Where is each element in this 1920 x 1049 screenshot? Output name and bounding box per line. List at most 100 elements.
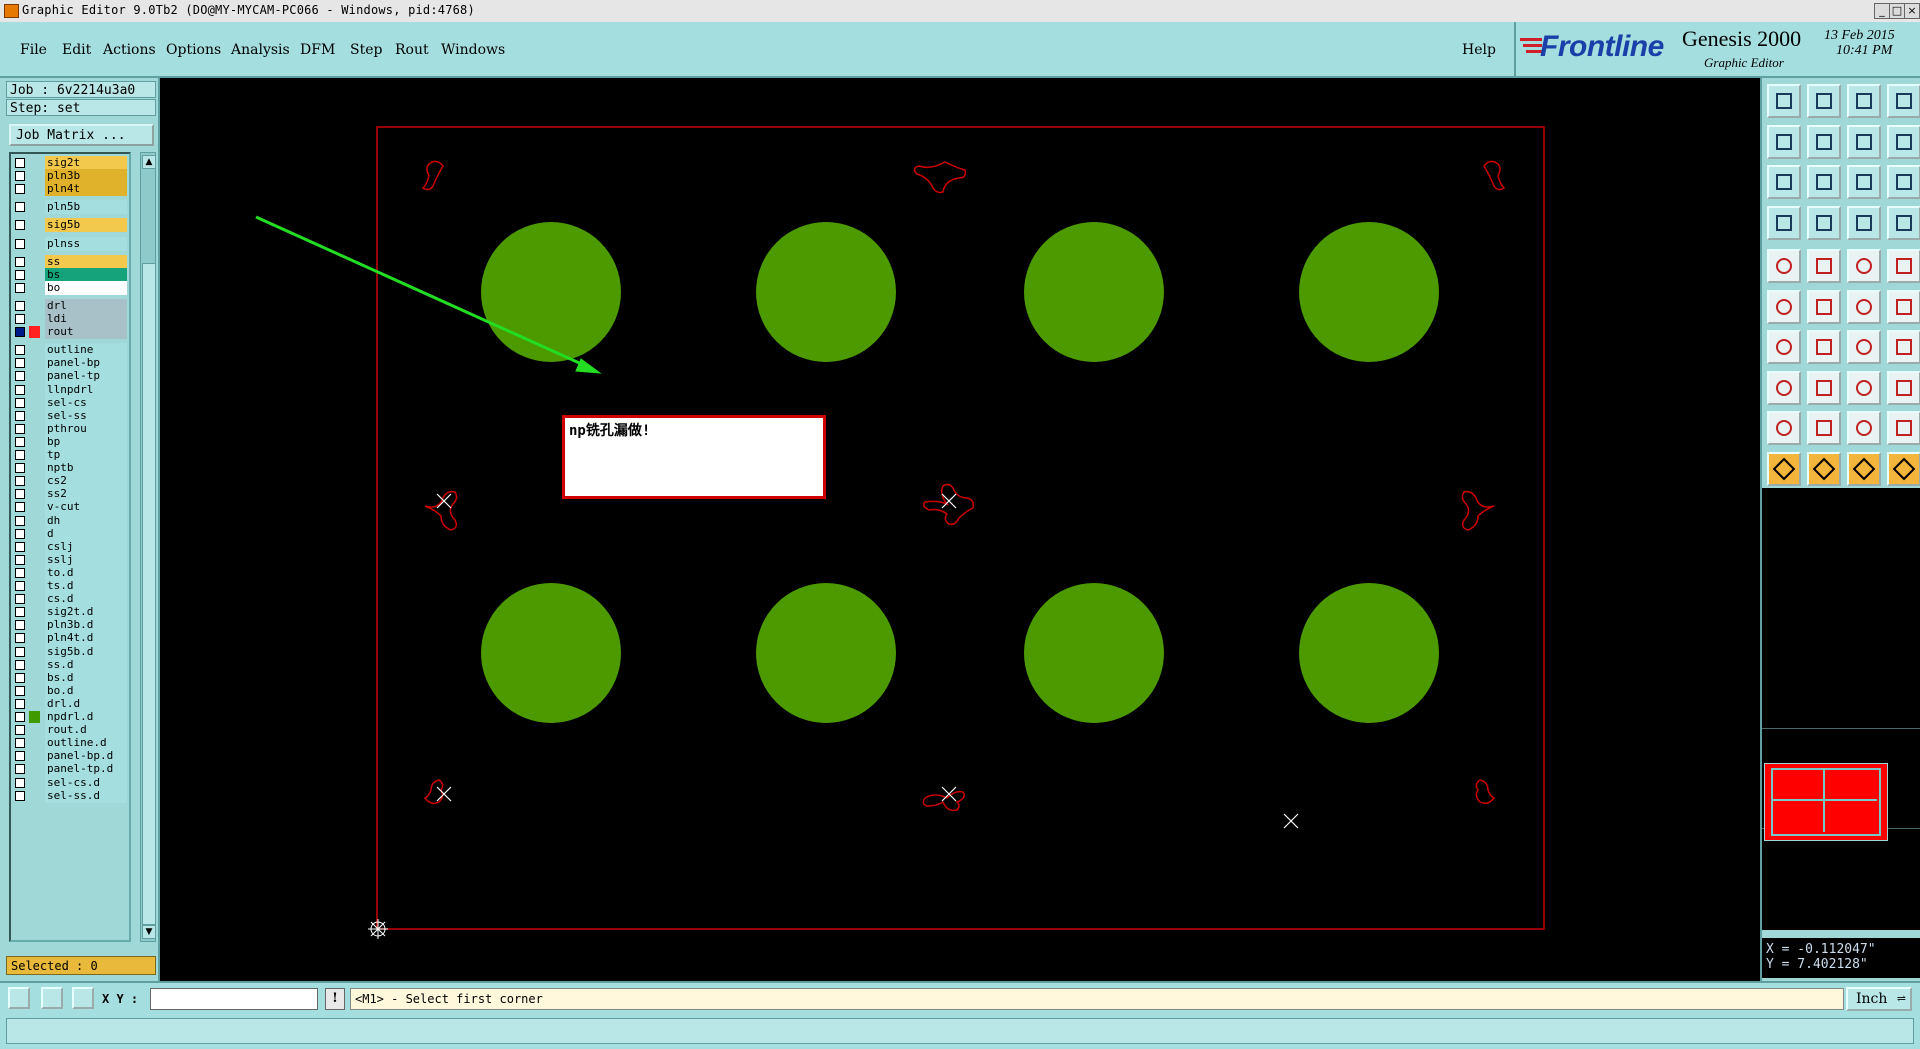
layer-label[interactable]: nptb — [45, 461, 127, 476]
layer-row[interactable]: sig2t — [11, 156, 129, 170]
grid-icon[interactable] — [72, 987, 94, 1009]
menu-edit[interactable]: Edit — [62, 42, 91, 58]
layer-checkbox[interactable] — [15, 171, 25, 182]
circle-icon[interactable] — [1887, 249, 1920, 283]
layer-row[interactable]: v-cut — [11, 500, 129, 515]
move-left-icon[interactable] — [1767, 124, 1801, 159]
minimize-icon[interactable]: _ — [1874, 3, 1890, 19]
layer-checkbox[interactable] — [15, 646, 25, 657]
triangle-alt3-icon[interactable] — [1887, 411, 1920, 445]
layer-checkbox[interactable] — [15, 282, 25, 293]
layer-row[interactable]: outline.d — [11, 736, 129, 751]
layer-icon[interactable] — [1767, 205, 1801, 240]
layer-label[interactable]: panel-tp.d — [45, 762, 127, 777]
layer-label[interactable]: drl.d — [45, 696, 127, 711]
layer-label[interactable]: bo — [45, 280, 127, 295]
layer-label[interactable]: npdrl.d — [45, 710, 127, 724]
layer-row[interactable]: panel-bp.d — [11, 749, 129, 764]
layer-label[interactable]: ss2 — [45, 487, 127, 502]
measure-icon[interactable] — [1847, 370, 1881, 405]
move-up-icon[interactable] — [1767, 84, 1801, 118]
layer-row[interactable]: sig5b — [11, 218, 129, 233]
pad-icon[interactable] — [1767, 249, 1801, 283]
menu-rout[interactable]: Rout — [395, 42, 429, 58]
layer-row[interactable]: llnpdrl — [11, 382, 129, 397]
layer-checkbox[interactable] — [15, 269, 25, 280]
layer-checkbox[interactable] — [15, 384, 25, 395]
layer-label[interactable]: ldi — [45, 312, 127, 326]
scroll-thumb[interactable] — [142, 263, 156, 925]
layer-label[interactable]: outline — [45, 343, 127, 358]
layer-label[interactable]: sel-cs.d — [45, 775, 127, 790]
layer-label[interactable]: to.d — [45, 565, 127, 580]
layer-row[interactable]: pthrou — [11, 421, 129, 436]
menu-step[interactable]: Step — [350, 42, 382, 58]
layer-label[interactable]: sslj — [45, 552, 127, 567]
layer-checkbox[interactable] — [15, 489, 25, 500]
layer-label[interactable]: bp — [45, 434, 127, 449]
layer-label[interactable]: cs.d — [45, 592, 127, 607]
layer-checkbox[interactable] — [15, 436, 25, 447]
layer-row[interactable]: dh — [11, 513, 129, 528]
layer-label[interactable]: llnpdrl — [45, 382, 127, 397]
layer-row[interactable]: d — [11, 526, 129, 541]
layer-label[interactable]: pln3b — [45, 169, 127, 184]
layer-row[interactable]: bo — [11, 280, 129, 295]
layer-label[interactable]: sig5b — [45, 218, 127, 233]
draw-line-icon[interactable] — [1807, 330, 1841, 364]
connect-icon[interactable] — [1887, 289, 1920, 324]
layer-checkbox[interactable] — [15, 300, 25, 311]
layer-row[interactable]: outline — [11, 343, 129, 358]
layer-checkbox[interactable] — [15, 314, 25, 324]
graphic-canvas[interactable]: np铣孔漏做! — [160, 78, 1760, 981]
layer-label[interactable]: tp — [45, 448, 127, 462]
layer-row[interactable]: sig5b.d — [11, 644, 129, 659]
layer-checkbox[interactable] — [15, 220, 25, 231]
shapes-icon[interactable] — [1887, 370, 1920, 405]
scale-icon[interactable] — [1847, 165, 1881, 199]
job-matrix-button[interactable]: Job Matrix ... — [9, 124, 154, 146]
layer-checkbox[interactable] — [15, 528, 25, 539]
split-icon[interactable] — [1887, 330, 1920, 364]
route-icon[interactable] — [1887, 451, 1920, 486]
triangle-icon[interactable] — [1767, 411, 1801, 445]
angle-icon[interactable] — [1767, 330, 1801, 364]
move-right-icon[interactable] — [1807, 124, 1841, 159]
select-icon[interactable] — [1767, 451, 1801, 486]
menu-actions[interactable]: Actions — [103, 42, 156, 58]
layer-label[interactable]: pthrou — [45, 421, 127, 436]
point-icon[interactable] — [1847, 289, 1881, 324]
layer-row[interactable]: bs.d — [11, 670, 129, 685]
layer-label[interactable]: ss.d — [45, 657, 127, 672]
select-arrow-icon[interactable] — [1847, 451, 1881, 486]
layer-label[interactable]: sig2t — [45, 156, 127, 170]
layer-label[interactable]: panel-tp — [45, 369, 127, 384]
layer-checkbox[interactable] — [15, 502, 25, 513]
save-icon[interactable] — [1807, 84, 1841, 118]
units-selector[interactable]: Inch ⇌ — [1846, 987, 1912, 1011]
layer-label[interactable]: plnss — [45, 236, 127, 251]
layer-label[interactable]: panel-bp — [45, 356, 127, 371]
layer-row[interactable]: cs2 — [11, 474, 129, 489]
ruler-icon[interactable] — [1847, 249, 1881, 283]
layer-label[interactable]: bs — [45, 267, 127, 282]
layer-checkbox[interactable] — [15, 659, 25, 670]
layer-label[interactable]: d — [45, 526, 127, 541]
layer-label[interactable]: pln4t.d — [45, 631, 127, 646]
scroll-up-icon[interactable]: ▲ — [142, 155, 156, 169]
layer-row[interactable]: panel-tp — [11, 369, 129, 384]
horizontal-icon[interactable] — [1807, 370, 1841, 405]
layer-row[interactable]: to.d — [11, 565, 129, 580]
layer-row[interactable]: sel-cs.d — [11, 775, 129, 790]
layer-checkbox[interactable] — [15, 777, 25, 788]
layer-checkbox[interactable] — [15, 202, 25, 213]
layer-row[interactable]: nptb — [11, 461, 129, 476]
layer-checkbox[interactable] — [15, 698, 25, 709]
layer-checkbox[interactable] — [15, 607, 25, 618]
layer-label[interactable]: drl — [45, 298, 127, 313]
layer-row[interactable]: ss2 — [11, 487, 129, 502]
triangle-alt-icon[interactable] — [1807, 411, 1841, 445]
menu-file[interactable]: File — [20, 42, 47, 58]
layer-row[interactable]: panel-tp.d — [11, 762, 129, 777]
layer-label[interactable]: sel-ss.d — [45, 788, 127, 803]
